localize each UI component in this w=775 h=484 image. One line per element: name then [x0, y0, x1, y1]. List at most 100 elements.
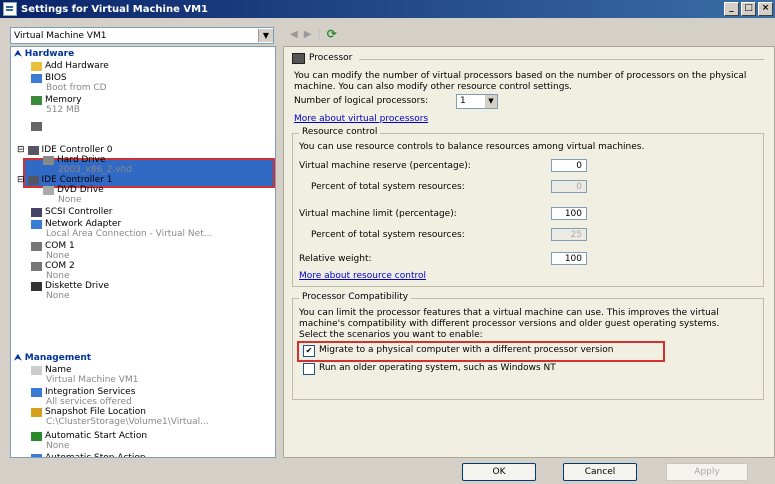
settings-window: Settings for Virtual Machine VM1 _ □ × V…	[0, 0, 775, 484]
tree-item[interactable]: Automatic Start Action None	[31, 431, 147, 451]
management-section-header[interactable]: ⮝ Management	[14, 353, 91, 363]
processor-icon	[31, 121, 42, 131]
ok-button[interactable]: OK	[462, 463, 536, 481]
header-divider	[359, 59, 764, 60]
window-title: Settings for Virtual Machine VM1	[21, 3, 209, 15]
reserve-input[interactable]: 0	[551, 159, 587, 172]
tree-item-label: Memory	[45, 95, 82, 105]
migrate-label[interactable]: Migrate to a physical computer with a di…	[319, 345, 613, 356]
tree-item[interactable]: ⊟ IDE Controller 0	[17, 145, 113, 155]
dvd-drive-icon	[43, 185, 54, 195]
logical-processors-select[interactable]: 1 ▼	[456, 94, 498, 109]
weight-input[interactable]: 100	[551, 252, 587, 265]
tree-item-label: Add Hardware	[45, 61, 109, 71]
tree-item-detail: All services offered	[46, 397, 132, 407]
tree-item[interactable]: Add Hardware	[31, 61, 109, 71]
settings-window-icon	[3, 2, 17, 16]
tree-item-detail: Local Area Connection - Virtual Net...	[46, 229, 213, 239]
resource-control-title: Resource control	[299, 127, 381, 137]
tree-item[interactable]: Hard Drive 2003_x86_2.vhd	[43, 155, 132, 175]
vm-selector-value: Virtual Machine VM1	[14, 30, 107, 41]
tree-item-label: COM 2	[45, 261, 75, 271]
tree-item-detail: None	[46, 271, 70, 281]
collapse-icon[interactable]: ⮝	[14, 353, 25, 363]
limit-input[interactable]: 100	[551, 207, 587, 220]
tree-item[interactable]: Memory 512 MB	[31, 95, 82, 115]
tree-item[interactable]: Network Adapter Local Area Connection - V…	[31, 219, 212, 239]
compatibility-title: Processor Compatibility	[299, 292, 412, 302]
tree-item-detail: Boot from CD	[46, 83, 107, 93]
maximize-button[interactable]: □	[741, 2, 756, 16]
apply-button[interactable]: Apply	[666, 463, 748, 481]
tree-item-detail: C:\ClusterStorage\Volume1\Virtual...	[46, 417, 209, 427]
tree-item[interactable]: BIOS Boot from CD	[31, 73, 107, 93]
resource-control-intro: You can use resource controls to balance…	[299, 142, 645, 152]
collapse-icon[interactable]: ⮝	[14, 49, 25, 59]
tree-item[interactable]: COM 1 None	[31, 241, 75, 261]
tree-item[interactable]: SCSI Controller	[31, 207, 113, 217]
tree-item-label: BIOS	[45, 73, 67, 83]
older-os-label[interactable]: Run an older operating system, such as W…	[319, 363, 556, 374]
hardware-section-header[interactable]: ⮝ Hardware	[14, 49, 74, 59]
tree-item-detail: 2003_x86_2.vhd	[58, 165, 133, 175]
memory-icon	[31, 95, 42, 105]
minimize-button[interactable]: _	[724, 2, 739, 16]
tree-item-detail: Virtual Machine VM1	[46, 375, 139, 385]
hard-drive-icon	[43, 155, 54, 165]
tree-item-detail: 1 Virtual processor	[46, 131, 131, 141]
tree-item[interactable]: Processor 1 Virtual processor	[31, 121, 131, 141]
weight-label: Relative weight:	[299, 254, 372, 264]
chevron-down-icon[interactable]: ▼	[258, 29, 273, 42]
snapshot-folder-icon	[31, 407, 42, 417]
tree-item[interactable]: Integration Services All services offered	[31, 387, 135, 407]
more-resource-control-link[interactable]: More about resource control	[299, 271, 426, 282]
migrate-checkbox[interactable]: ✔	[303, 345, 315, 357]
reserve-label: Virtual machine reserve (percentage):	[299, 161, 471, 171]
tree-item-detail: None	[46, 251, 70, 261]
tree-item-detail: None	[58, 195, 82, 205]
checkmark-icon: ✔	[305, 346, 313, 355]
tree-item[interactable]: Snapshot File Location C:\ClusterStorage\…	[31, 407, 209, 427]
tree-item-label: Processor	[45, 121, 89, 131]
tree-item[interactable]: Name Virtual Machine VM1	[31, 365, 138, 385]
chevron-down-icon[interactable]: ▼	[485, 95, 497, 108]
vm-selector[interactable]: Virtual Machine VM1 ▼	[10, 27, 274, 44]
collapse-icon[interactable]: ⊟	[17, 175, 25, 185]
processor-panel: Processor You can modify the number of v…	[283, 46, 775, 458]
tree-item-detail: None	[46, 291, 70, 301]
tree-item-detail: None	[46, 441, 70, 451]
tree-item[interactable]: DVD Drive None	[43, 185, 104, 205]
processor-intro: You can modify the number of virtual pro…	[294, 71, 747, 92]
add-hardware-icon	[31, 61, 42, 71]
name-icon	[31, 365, 42, 375]
stop-action-icon	[31, 453, 42, 457]
older-os-checkbox[interactable]	[303, 363, 315, 375]
title-bar[interactable]: Settings for Virtual Machine VM1 _ □ ×	[0, 0, 775, 18]
tree-item[interactable]: ⊟ IDE Controller 1	[17, 175, 113, 185]
resource-control-group: Resource control You can use resource co…	[292, 127, 764, 287]
back-arrow-icon[interactable]: ◀	[290, 29, 298, 40]
tree-item-label: Integration Services	[45, 387, 136, 397]
tree-item[interactable]: Automatic Stop ActionSave	[31, 453, 146, 457]
limit-label: Virtual machine limit (percentage):	[299, 209, 457, 219]
ide-controller-icon	[27, 175, 39, 185]
forward-arrow-icon[interactable]: ▶	[304, 29, 312, 40]
tree-item-label: Name	[45, 365, 72, 375]
tree-item-label: Diskette Drive	[45, 281, 109, 291]
tree-item-label: SCSI Controller	[45, 207, 113, 217]
reserve-percent-label: Percent of total system resources:	[311, 182, 465, 192]
close-button[interactable]: ×	[758, 2, 773, 16]
collapse-icon[interactable]: ⊟	[17, 145, 25, 155]
more-virtual-processors-link[interactable]: More about virtual processors	[294, 114, 428, 125]
processor-header: Processor	[292, 53, 352, 64]
nav-toolbar: ◀ ▶ | ⟳	[290, 27, 337, 41]
network-adapter-icon	[31, 219, 42, 229]
tree-item-label: COM 1	[45, 241, 75, 251]
tree-item[interactable]: Diskette Drive None	[31, 281, 109, 301]
refresh-icon[interactable]: ⟳	[327, 27, 337, 41]
cancel-button[interactable]: Cancel	[563, 463, 637, 481]
tree-item[interactable]: COM 2 None	[31, 261, 75, 281]
tree-item-label: Snapshot File Location	[45, 407, 146, 417]
start-action-icon	[31, 431, 42, 441]
ide-controller-icon	[27, 145, 39, 155]
